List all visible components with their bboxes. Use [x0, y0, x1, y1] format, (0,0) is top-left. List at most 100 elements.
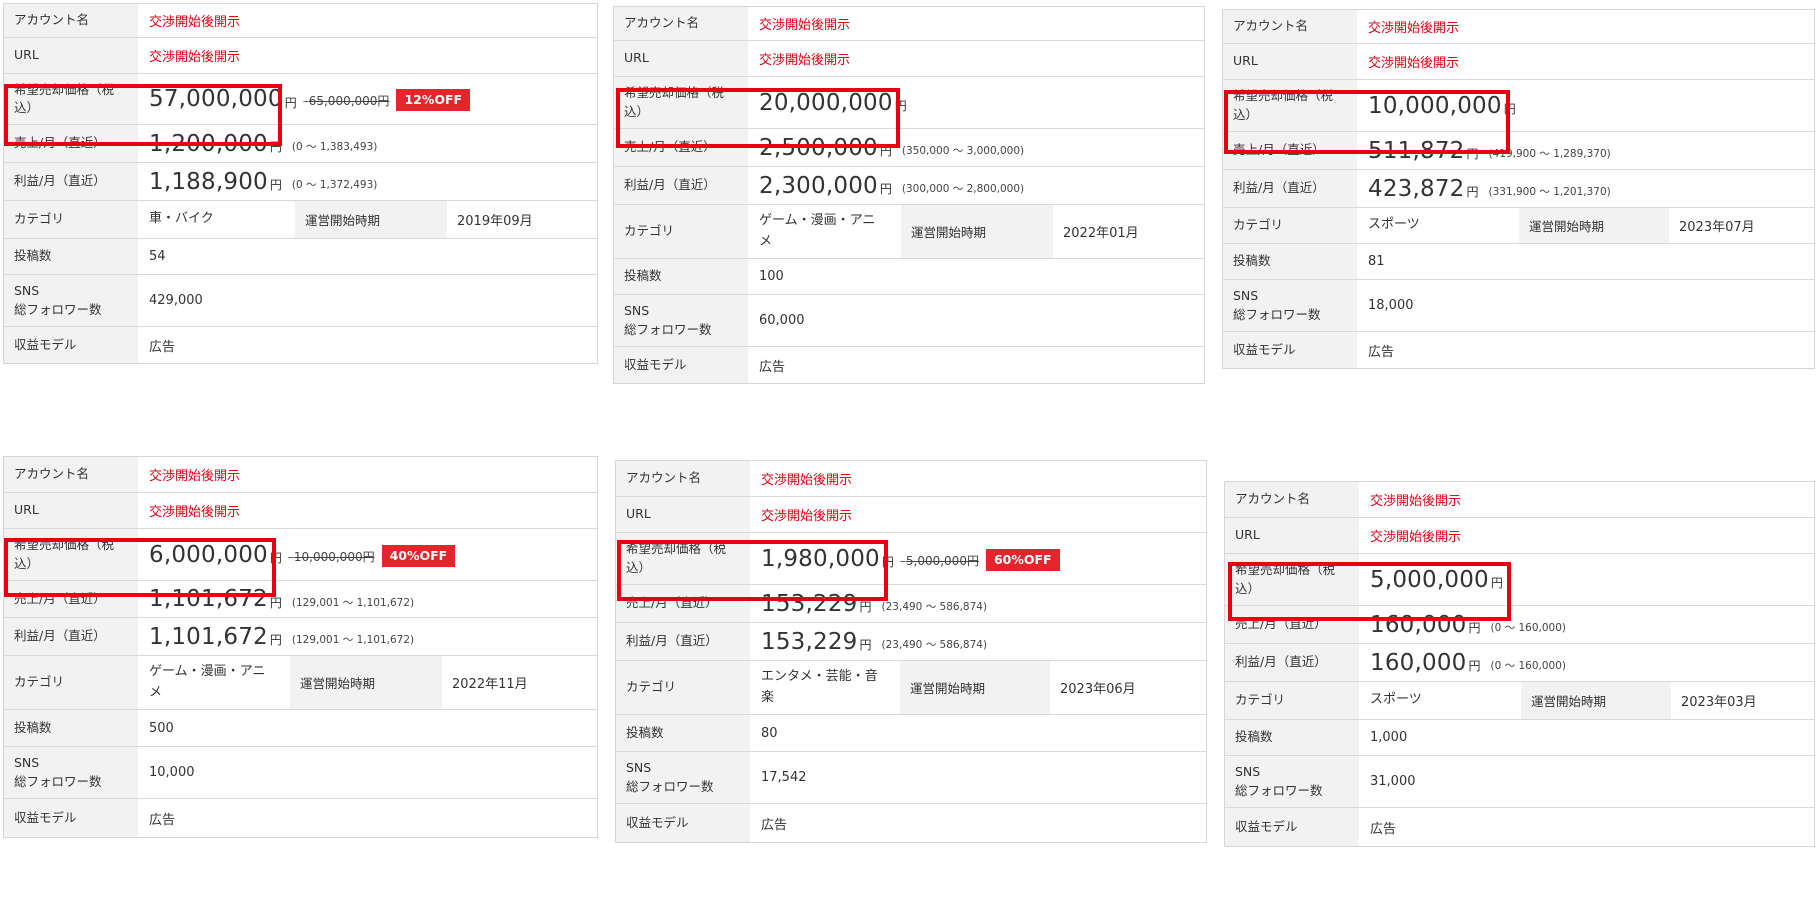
- price-row: 希望売却価格（税 込） 5,000,000 円: [1225, 554, 1814, 606]
- url-label: URL: [616, 497, 750, 532]
- sns-followers-row: SNS 総フォロワー数 60,000: [614, 295, 1204, 347]
- sales-range: (419,900 ～ 1,289,370): [1488, 148, 1611, 160]
- yen-unit: 円: [1466, 185, 1479, 199]
- yen-unit: 円: [1468, 659, 1481, 673]
- price-row: 希望売却価格（税 込） 10,000,000 円: [1223, 80, 1814, 132]
- account-name-label: アカウント名: [616, 461, 750, 496]
- yen-unit: 円: [1466, 147, 1479, 161]
- price-label: 希望売却価格（税 込）: [1225, 554, 1359, 605]
- account-name-value: 交渉開始後開示: [149, 469, 241, 484]
- yen-unit: 円: [269, 633, 282, 647]
- sales-cell: 160,000 円 (0 ～ 160,000): [1359, 606, 1814, 643]
- sales-range: (129,001 ～ 1,101,672): [291, 596, 415, 609]
- sales-value: 1,200,000: [149, 130, 268, 157]
- price-label: 希望売却価格（税 込）: [4, 74, 138, 124]
- profit-range: (331,900 ～ 1,201,370): [1488, 186, 1611, 198]
- revenue-model-value: 広告: [1368, 344, 1395, 360]
- listing-card: アカウント名 交渉開始後開示 URL 交渉開始後開示 希望売却価格（税 込） 6,000,…: [3, 456, 598, 838]
- sns-followers-row: SNS 総フォロワー数 18,000: [1223, 280, 1814, 332]
- start-date-value: 2023年07月: [1679, 220, 1755, 235]
- discount-badge: 12%OFF: [396, 89, 471, 111]
- profit-cell: 1,188,900 円 (0 ～ 1,372,493): [138, 163, 597, 200]
- account-name-label: アカウント名: [4, 457, 138, 492]
- sales-label: 売上/月（直近）: [4, 125, 138, 162]
- price-row: 希望売却価格（税 込） 6,000,000円 10,000,000円 40%OFF: [4, 529, 597, 581]
- original-price: 5,000,000円: [900, 552, 979, 569]
- profit-value: 423,872: [1368, 175, 1465, 202]
- account-name-label: アカウント名: [1225, 482, 1359, 517]
- posts-value: 100: [759, 269, 784, 284]
- profit-cell: 2,300,000 円 (300,000 ～ 2,800,000): [748, 167, 1204, 204]
- yen-unit: 円: [269, 551, 282, 565]
- url-label: URL: [1225, 518, 1359, 553]
- yen-unit: 円: [879, 144, 892, 158]
- account-name-value: 交渉開始後開示: [759, 18, 851, 33]
- category-value: スポーツ: [1370, 692, 1422, 708]
- listing-card: アカウント名 交渉開始後開示 URL 交渉開始後開示 希望売却価格（税 込） 1,980,…: [615, 460, 1207, 843]
- url-value: 交渉開始後開示: [1368, 56, 1460, 71]
- start-date-label: 運営開始時期: [1521, 682, 1671, 719]
- posts-row: 投稿数 54: [4, 239, 597, 275]
- price-row: 希望売却価格（税 込） 57,000,000円 65,000,000円 12%OFF: [4, 74, 597, 125]
- posts-value: 81: [1368, 254, 1385, 269]
- category-value: 車・バイク: [149, 211, 214, 227]
- account-name-row: アカウント名 交渉開始後開示: [4, 4, 597, 38]
- posts-label: 投稿数: [4, 710, 138, 746]
- sns-followers-row: SNS 総フォロワー数 17,542: [616, 752, 1206, 804]
- listing-card: アカウント名 交渉開始後開示 URL 交渉開始後開示 希望売却価格（税 込） 57,000…: [3, 3, 598, 364]
- sales-range: (0 ～ 1,383,493): [291, 141, 378, 153]
- sns-followers-value: 31,000: [1370, 774, 1416, 789]
- yen-unit: 円: [859, 638, 872, 652]
- url-label: URL: [614, 41, 748, 76]
- profit-label: 利益/月（直近）: [4, 163, 138, 200]
- profit-value: 1,101,672: [149, 623, 268, 650]
- sales-row: 売上/月（直近） 1,101,672 円 (129,001 ～ 1,101,672): [4, 581, 597, 618]
- discount-badge: 40%OFF: [381, 544, 456, 567]
- start-date-label: 運営開始時期: [290, 656, 442, 709]
- posts-value: 54: [149, 249, 166, 264]
- yen-unit: 円: [894, 99, 907, 113]
- profit-range: (0 ～ 160,000): [1490, 660, 1566, 672]
- sales-row: 売上/月（直近） 153,229 円 (23,490 ～ 586,874): [616, 585, 1206, 623]
- yen-unit: 円: [859, 600, 872, 614]
- posts-label: 投稿数: [1225, 720, 1359, 755]
- sales-value: 1,101,672: [149, 586, 268, 612]
- sales-label: 売上/月（直近）: [616, 585, 750, 622]
- url-label: URL: [1223, 44, 1357, 79]
- price-cell: 10,000,000 円: [1357, 80, 1814, 131]
- category-label: カテゴリ: [4, 201, 138, 238]
- start-date-label: 運営開始時期: [295, 201, 447, 238]
- sns-followers-value: 17,542: [761, 770, 807, 785]
- revenue-model-value: 広告: [149, 812, 176, 828]
- posts-label: 投稿数: [616, 715, 750, 751]
- revenue-model-row: 収益モデル 広告: [616, 804, 1206, 842]
- url-row: URL 交渉開始後開示: [614, 41, 1204, 77]
- category-label: カテゴリ: [4, 656, 138, 709]
- listing-card: アカウント名 交渉開始後開示 URL 交渉開始後開示 希望売却価格（税 込） 20,000…: [613, 6, 1205, 384]
- start-date-value: 2019年09月: [457, 214, 533, 229]
- account-name-label: アカウント名: [614, 7, 748, 40]
- price-value: 57,000,000: [149, 86, 283, 112]
- category-value: ゲーム・漫画・アニ メ: [149, 664, 266, 700]
- posts-label: 投稿数: [614, 259, 748, 294]
- sales-row: 売上/月（直近） 2,500,000 円 (350,000 ～ 3,000,000): [614, 129, 1204, 167]
- sales-cell: 1,101,672 円 (129,001 ～ 1,101,672): [138, 581, 597, 617]
- category-value: エンタメ・芸能・音 楽: [761, 669, 878, 705]
- profit-row: 利益/月（直近） 2,300,000 円 (300,000 ～ 2,800,000): [614, 167, 1204, 205]
- sns-followers-label: SNS 総フォロワー数: [4, 275, 138, 326]
- sales-cell: 1,200,000 円 (0 ～ 1,383,493): [138, 125, 597, 162]
- sns-followers-label: SNS 総フォロワー数: [1223, 280, 1357, 331]
- url-value: 交渉開始後開示: [1370, 530, 1462, 545]
- revenue-model-label: 収益モデル: [4, 327, 138, 363]
- yen-unit: 円: [284, 95, 297, 110]
- sales-label: 売上/月（直近）: [1223, 132, 1357, 169]
- account-name-row: アカウント名 交渉開始後開示: [4, 457, 597, 493]
- profit-value: 2,300,000: [759, 172, 878, 199]
- category-row: カテゴリ ゲーム・漫画・アニ メ運営開始時期 2022年01月: [614, 205, 1204, 259]
- profit-range: (0 ～ 1,372,493): [291, 179, 378, 191]
- price-value: 5,000,000: [1370, 566, 1489, 593]
- url-row: URL 交渉開始後開示: [1225, 518, 1814, 554]
- account-name-row: アカウント名 交渉開始後開示: [1225, 482, 1814, 518]
- sales-cell: 511,872 円 (419,900 ～ 1,289,370): [1357, 132, 1814, 169]
- price-value: 20,000,000: [759, 89, 893, 116]
